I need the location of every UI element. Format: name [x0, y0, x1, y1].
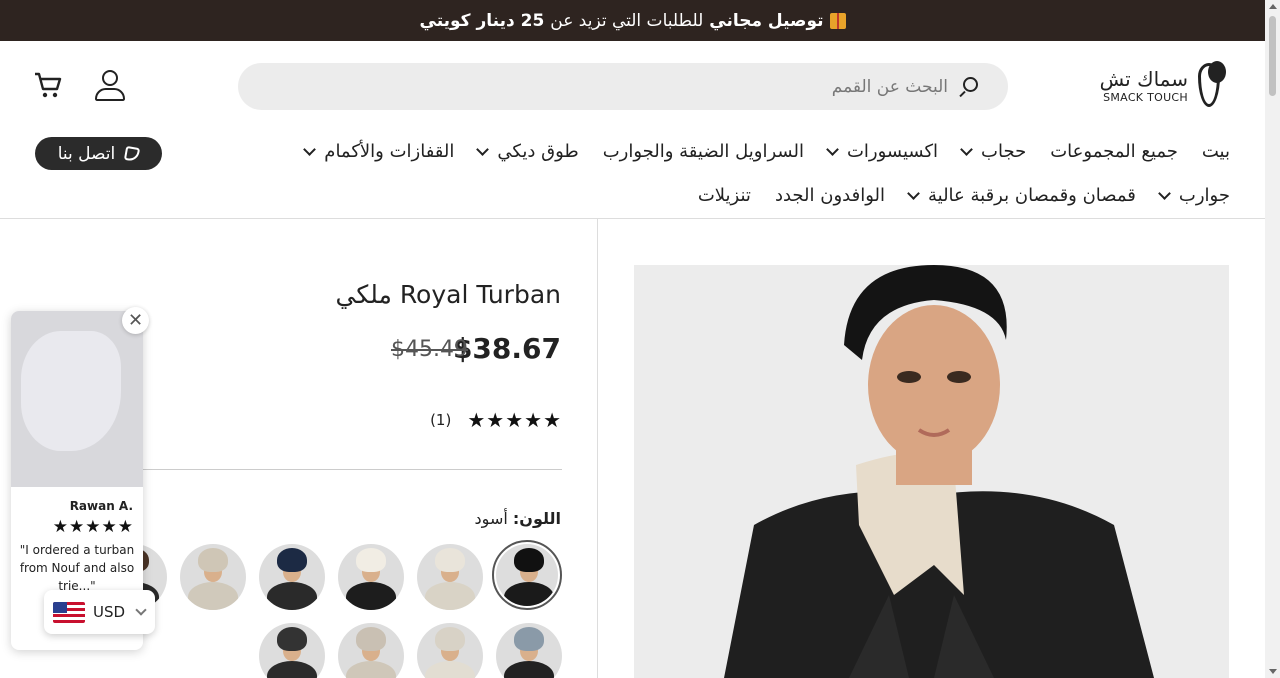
nav-item-home[interactable]: بيت	[1202, 141, 1230, 162]
nav-item-gloves-sleeves[interactable]: القفازات والأكمام	[303, 141, 454, 162]
main-nav-row-1: بيت جميع المجموعات حجاب اكسيسورات السراو…	[303, 141, 1230, 162]
star-icon: ★	[524, 408, 543, 432]
reviewer-name: Rawan A.	[69, 499, 133, 513]
nav-item-leggings[interactable]: السراويل الضيقة والجوارب	[603, 141, 804, 162]
star-icon: ★	[101, 517, 117, 537]
chevron-down-icon	[135, 603, 147, 616]
color-swatch[interactable]	[496, 623, 562, 678]
star-icon: ★	[117, 517, 133, 537]
color-option-label: اللون: أسود	[475, 509, 561, 528]
nav-item-shirts[interactable]: قمصان وقمصان برقبة عالية	[907, 185, 1136, 206]
currency-code: USD	[93, 603, 126, 621]
nav-item-sale[interactable]: تنزيلات	[698, 185, 751, 206]
chevron-down-icon	[1158, 186, 1171, 200]
color-label-key: اللون:	[512, 509, 561, 528]
chevron-down-icon	[476, 142, 490, 156]
star-icon: ★	[85, 517, 101, 537]
color-swatch[interactable]	[338, 544, 404, 610]
review-stars: ★ ★ ★ ★ ★	[53, 517, 133, 537]
star-icon: ★	[52, 517, 68, 537]
color-swatch[interactable]	[338, 623, 404, 678]
color-swatch[interactable]	[417, 623, 483, 678]
logo-mark-icon	[1194, 59, 1230, 111]
scroll-down-icon[interactable]	[1269, 669, 1277, 674]
color-swatch[interactable]	[417, 544, 483, 610]
cart-icon[interactable]	[33, 70, 63, 100]
search-input[interactable]	[348, 76, 948, 97]
search-icon[interactable]	[958, 76, 980, 98]
column-divider	[597, 219, 598, 678]
chevron-down-icon	[303, 142, 317, 156]
close-icon[interactable]: ✕	[122, 307, 149, 334]
scroll-thumb[interactable]	[1269, 16, 1276, 96]
product-price: $38.67	[452, 332, 561, 365]
contact-us-label: اتصل بنا	[57, 143, 116, 164]
currency-selector[interactable]: USD	[44, 590, 155, 634]
chevron-down-icon	[826, 142, 839, 156]
product-main-image[interactable]	[634, 265, 1229, 678]
main-nav-row-2: جوارب قمصان وقمصان برقبة عالية الوافدون …	[698, 185, 1230, 206]
color-label-value: أسود	[474, 509, 508, 528]
star-icon: ★	[69, 517, 85, 537]
color-swatch[interactable]	[259, 623, 325, 678]
account-icon[interactable]	[93, 69, 127, 103]
color-swatch[interactable]	[259, 544, 325, 610]
rating-count: (1)	[430, 411, 452, 429]
color-swatch[interactable]	[492, 540, 562, 610]
nav-item-socks[interactable]: جوارب	[1158, 185, 1230, 206]
star-icon: ★	[543, 408, 561, 432]
rating-stars: ★ ★ ★ ★ ★	[467, 410, 561, 430]
chevron-down-icon	[960, 142, 973, 156]
us-flag-icon	[53, 601, 85, 623]
chevron-down-icon	[907, 186, 920, 200]
star-icon: ★	[505, 408, 524, 432]
logo-english: SMACK TOUCH	[1103, 90, 1188, 104]
scroll-up-icon[interactable]	[1269, 4, 1277, 9]
color-swatch[interactable]	[180, 544, 246, 610]
gift-icon	[829, 12, 846, 29]
search-bar[interactable]	[238, 63, 1008, 110]
review-photo	[11, 311, 143, 487]
phone-icon	[124, 145, 141, 162]
announcement-text: للطلبات التي تزيد عن	[550, 10, 704, 31]
star-icon: ★	[467, 408, 486, 432]
announcement-amount: 25 دينار كويتي	[419, 10, 545, 31]
logo-arabic: سماك تش	[1099, 66, 1188, 91]
page-scrollbar[interactable]	[1265, 0, 1280, 678]
nav-item-new-arrivals[interactable]: الوافدون الجدد	[775, 185, 885, 206]
announcement-bold: توصيل مجاني	[709, 10, 824, 31]
nav-item-all-collections[interactable]: جميع المجموعات	[1050, 141, 1178, 162]
announcement-bar: توصيل مجاني للطلبات التي تزيد عن 25 دينا…	[0, 0, 1265, 41]
section-divider	[142, 469, 562, 470]
nav-item-dickey-collar[interactable]: طوق ديكي	[476, 141, 579, 162]
product-title: Royal Turban ملكي	[335, 280, 561, 309]
site-logo[interactable]: سماك تش SMACK TOUCH	[1100, 59, 1230, 111]
contact-us-button[interactable]: اتصل بنا	[35, 137, 162, 170]
nav-item-accessories[interactable]: اكسيسورات	[826, 141, 938, 162]
product-rating[interactable]: (1) ★ ★ ★ ★ ★	[430, 410, 561, 430]
site-header: سماك تش SMACK TOUCH بيت جميع المجموعات ح…	[0, 41, 1265, 219]
compare-at-price: $45.49	[391, 337, 468, 362]
nav-item-hijab[interactable]: حجاب	[960, 141, 1026, 162]
star-icon: ★	[486, 408, 505, 432]
review-quote: "I ordered a turban from Nouf and also t…	[19, 543, 135, 593]
